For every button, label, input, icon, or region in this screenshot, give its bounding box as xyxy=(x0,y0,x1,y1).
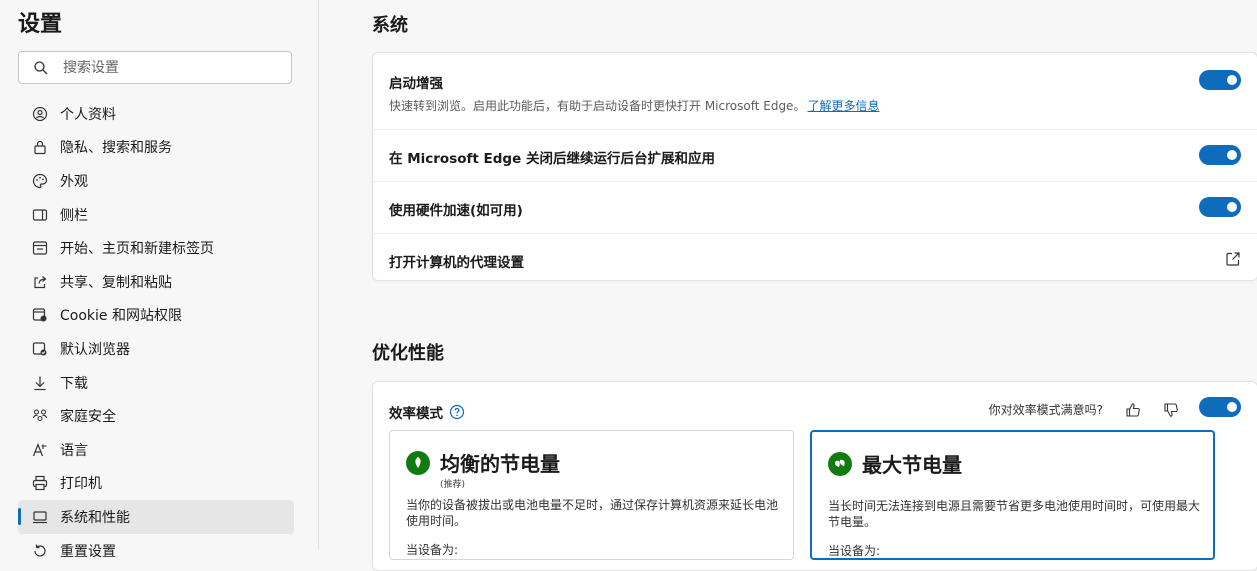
sidebar-panel-icon xyxy=(32,207,48,223)
settings-nav: 个人资料 隐私、搜索和服务 外观 侧栏 开始、主页和新建标签页 共享、复制和粘贴… xyxy=(18,97,294,567)
main-content: 系统 启动增强 快速转到浏览。启用此功能后，有助于启动设备时更快打开 Micro… xyxy=(320,0,1257,571)
mode-desc: 当长时间无法连接到电源且需要节省更多电池使用时间时，可使用最大节电量。 xyxy=(828,499,1201,529)
performance-card: 效率模式 你对效率模式满意吗? 均衡的节电量 (推荐) 当你的设备被拔出或电池电… xyxy=(372,381,1257,571)
proxy-settings-row[interactable]: 打开计算机的代理设置 xyxy=(373,234,1257,283)
sidebar-item-label: 共享、复制和粘贴 xyxy=(60,274,172,291)
hardware-accel-title: 使用硬件加速(如可用) xyxy=(389,203,523,219)
background-apps-toggle[interactable] xyxy=(1199,145,1241,165)
printer-icon xyxy=(32,475,48,491)
startup-boost-desc: 快速转到浏览。启用此功能后，有助于启动设备时更快打开 Microsoft Edg… xyxy=(389,99,880,113)
sidebar-item-label: 个人资料 xyxy=(60,106,116,123)
reset-icon xyxy=(32,543,48,559)
sidebar-item-label: 语言 xyxy=(60,442,88,459)
startup-boost-row: 启动增强 快速转到浏览。启用此功能后，有助于启动设备时更快打开 Microsof… xyxy=(373,53,1257,130)
lock-icon xyxy=(32,139,48,155)
learn-more-link[interactable]: 了解更多信息 xyxy=(807,99,879,113)
hardware-accel-toggle[interactable] xyxy=(1199,197,1241,217)
background-apps-title: 在 Microsoft Edge 关闭后继续运行后台扩展和应用 xyxy=(389,151,715,167)
performance-section-title: 优化性能 xyxy=(372,343,444,364)
search-input[interactable] xyxy=(61,58,285,77)
sidebar-item-default-browser[interactable]: 默认浏览器 xyxy=(18,332,294,366)
hardware-accel-row: 使用硬件加速(如可用) xyxy=(373,182,1257,234)
sidebar-item-cookies[interactable]: Cookie 和网站权限 xyxy=(18,299,294,333)
sidebar-item-label: 下载 xyxy=(60,375,88,392)
leaves-icon xyxy=(828,452,852,476)
sidebar-item-appearance[interactable]: 外观 xyxy=(18,164,294,198)
search-box[interactable] xyxy=(18,51,292,84)
sidebar-item-reset[interactable]: 重置设置 xyxy=(18,534,294,568)
mode-title: 最大节电量 xyxy=(862,453,962,477)
cookie-permissions-icon xyxy=(32,307,48,323)
sidebar-item-sidebar[interactable]: 侧栏 xyxy=(18,198,294,232)
thumbs-up-icon[interactable] xyxy=(1125,402,1141,418)
sidebar-item-label: 家庭安全 xyxy=(60,409,116,426)
feedback-question: 你对效率模式满意吗? xyxy=(988,403,1103,417)
mode-card-balanced[interactable]: 均衡的节电量 (推荐) 当你的设备被拔出或电池电量不足时，通过保存计算机资源来延… xyxy=(389,430,794,560)
efficiency-feedback: 你对效率模式满意吗? xyxy=(989,401,1179,418)
startup-boost-title: 启动增强 xyxy=(389,76,443,92)
external-link-icon[interactable] xyxy=(1225,251,1241,267)
sidebar-item-label: 重置设置 xyxy=(60,543,116,560)
family-icon xyxy=(32,408,48,424)
home-tab-icon xyxy=(32,240,48,256)
language-icon xyxy=(32,442,48,458)
system-section-title: 系统 xyxy=(372,15,408,36)
settings-title: 设置 xyxy=(18,12,63,37)
download-icon xyxy=(32,375,48,391)
sidebar-item-languages[interactable]: 语言 xyxy=(18,433,294,467)
efficiency-mode-toggle[interactable] xyxy=(1199,397,1241,417)
sidebar-item-downloads[interactable]: 下载 xyxy=(18,366,294,400)
profile-icon xyxy=(32,106,48,122)
mode-title: 均衡的节电量 xyxy=(440,452,560,476)
default-browser-icon xyxy=(32,341,48,357)
sidebar-item-printers[interactable]: 打印机 xyxy=(18,467,294,501)
system-card: 启动增强 快速转到浏览。启用此功能后，有助于启动设备时更快打开 Microsof… xyxy=(372,52,1257,281)
sidebar-item-privacy[interactable]: 隐私、搜索和服务 xyxy=(18,131,294,165)
sidebar-item-start-home[interactable]: 开始、主页和新建标签页 xyxy=(18,231,294,265)
mode-card-maximum[interactable]: 最大节电量 当长时间无法连接到电源且需要节省更多电池使用时间时，可使用最大节电量… xyxy=(810,430,1215,560)
leaf-icon xyxy=(406,451,430,475)
thumbs-down-icon[interactable] xyxy=(1163,402,1179,418)
sidebar-item-label: 外观 xyxy=(60,173,88,190)
sidebar-item-profile[interactable]: 个人资料 xyxy=(18,97,294,131)
sidebar-item-label: 默认浏览器 xyxy=(60,341,130,358)
system-icon xyxy=(32,509,48,525)
efficiency-mode-title: 效率模式 xyxy=(389,406,443,422)
sidebar: 设置 个人资料 隐私、搜索和服务 外观 侧栏 开始、主页和新建标签页 共 xyxy=(0,0,319,560)
proxy-settings-title: 打开计算机的代理设置 xyxy=(389,255,524,271)
mode-footer: 当设备为: xyxy=(406,543,459,557)
sidebar-item-label: 打印机 xyxy=(60,476,102,493)
sidebar-item-label: 侧栏 xyxy=(60,207,88,224)
mode-subtitle: (推荐) xyxy=(440,480,466,490)
sidebar-item-system[interactable]: 系统和性能 xyxy=(18,500,294,534)
mode-footer: 当设备为: xyxy=(828,544,881,558)
palette-icon xyxy=(32,173,48,189)
mode-desc: 当你的设备被拔出或电池电量不足时，通过保存计算机资源来延长电池使用时间。 xyxy=(406,498,779,528)
startup-boost-toggle[interactable] xyxy=(1199,70,1241,90)
background-apps-row: 在 Microsoft Edge 关闭后继续运行后台扩展和应用 xyxy=(373,130,1257,182)
share-icon xyxy=(32,274,48,290)
help-icon[interactable] xyxy=(449,404,465,420)
sidebar-item-family[interactable]: 家庭安全 xyxy=(18,399,294,433)
sidebar-item-label: 开始、主页和新建标签页 xyxy=(60,241,214,258)
search-icon xyxy=(33,60,49,76)
sidebar-item-label: 系统和性能 xyxy=(60,509,130,526)
sidebar-item-share[interactable]: 共享、复制和粘贴 xyxy=(18,265,294,299)
sidebar-item-label: Cookie 和网站权限 xyxy=(60,308,182,325)
sidebar-item-label: 隐私、搜索和服务 xyxy=(60,140,172,157)
efficiency-mode-header: 效率模式 xyxy=(389,402,465,422)
